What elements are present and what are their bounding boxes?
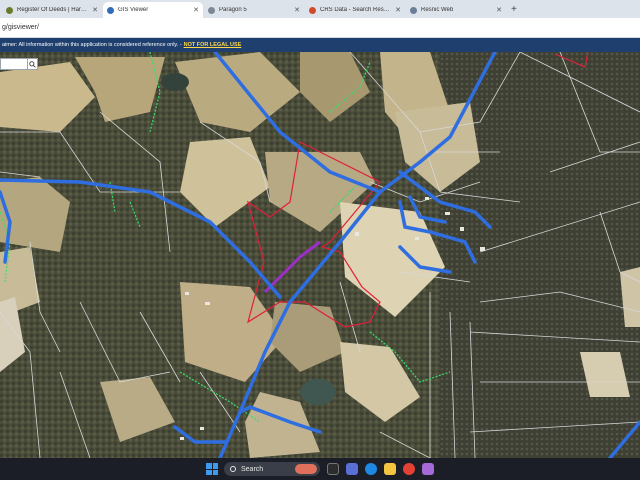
new-tab-button[interactable]: + (511, 2, 517, 18)
tab-label: Register Of Deeds | Harnett Co (17, 7, 90, 13)
address-bar[interactable]: g/gisviewer/ (0, 18, 640, 38)
browser-tab[interactable]: CRS Data - Search Results ✕ (305, 2, 405, 18)
search-icon (29, 60, 36, 68)
tab-label: Paragon 5 (219, 7, 247, 13)
gis-map[interactable] (0, 52, 640, 458)
file-explorer-icon[interactable] (384, 463, 396, 475)
disclaimer-banner: aimer: All information within this appli… (0, 38, 640, 52)
browser-tab[interactable]: Register Of Deeds | Harnett Co✕ (2, 2, 102, 18)
taskbar-search-label: Search (241, 465, 264, 473)
windows-start-icon[interactable] (206, 463, 218, 475)
chrome-icon[interactable] (403, 463, 415, 475)
tab-close-icon[interactable]: ✕ (496, 6, 502, 14)
address-text[interactable]: g/gisviewer/ (2, 24, 39, 31)
tab-label: GIS Viewer (118, 7, 149, 13)
aerial-map-canvas[interactable] (0, 52, 640, 458)
task-view-icon[interactable] (327, 463, 339, 475)
app-icon[interactable] (422, 463, 434, 475)
tab-close-icon[interactable]: ✕ (294, 6, 300, 14)
browser-tab[interactable]: GIS Viewer ✕ (103, 2, 203, 18)
teams-icon[interactable] (346, 463, 358, 475)
tab-favicon-icon (208, 6, 215, 14)
edge-icon[interactable] (365, 463, 377, 475)
map-search-box[interactable] (0, 58, 38, 70)
windows-taskbar: Search (0, 458, 640, 480)
tab-label: CRS Data - Search Results (320, 7, 393, 13)
disclaimer-text: aimer: All information within this appli… (2, 42, 182, 48)
not-for-legal-use-link[interactable]: NOT FOR LEGAL USE (184, 42, 242, 48)
tab-favicon-icon (410, 6, 417, 14)
map-search-input[interactable] (1, 59, 27, 69)
tab-favicon-icon (107, 6, 114, 14)
browser-tab[interactable]: Resnic Web ✕ (406, 2, 506, 18)
tab-favicon-icon (6, 6, 13, 14)
search-icon (230, 466, 236, 472)
tab-close-icon[interactable]: ✕ (395, 6, 401, 14)
tab-close-icon[interactable]: ✕ (92, 6, 98, 14)
tab-close-icon[interactable]: ✕ (193, 6, 199, 14)
browser-tab[interactable]: Paragon 5 ✕ (204, 2, 304, 18)
map-search-button[interactable] (27, 59, 37, 69)
tab-label: Resnic Web (421, 7, 454, 13)
tab-favicon-icon (309, 6, 316, 14)
browser-tab-strip: Register Of Deeds | Harnett Co✕GIS Viewe… (0, 0, 640, 18)
taskbar-search[interactable]: Search (224, 462, 320, 476)
search-highlight-icon (295, 464, 317, 474)
